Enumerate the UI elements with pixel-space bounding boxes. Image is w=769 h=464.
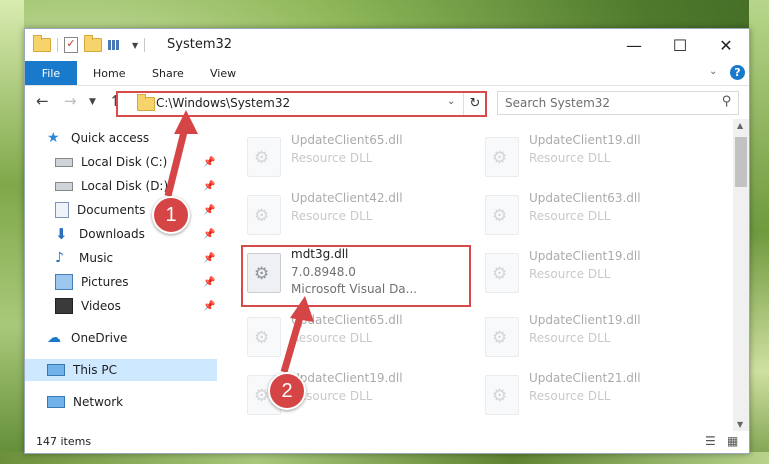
dll-file-icon [485,253,519,293]
callout-badge-2: 2 [268,372,306,410]
title-bar: ✓ ▼ System32 — ☐ ✕ [25,29,749,61]
star-icon: ★ [47,130,60,146]
highlight-box-file [241,245,471,307]
close-button[interactable]: ✕ [703,29,749,61]
back-arrow-icon[interactable]: ← [36,92,49,110]
item-count: 147 items [36,435,92,448]
dll-file-icon [485,375,519,415]
ribbon-tabs: File Home Share View ⌄ ? [25,61,749,86]
dll-file-icon [247,137,281,177]
navigation-pane: ★ Quick access Local Disk (C:) 📌 Local D… [25,119,217,431]
dll-file-icon [485,317,519,357]
search-icon: ⚲ [722,94,732,109]
file-item[interactable]: UpdateClient63.dll Resource DLL [479,185,699,241]
properties-check-icon[interactable]: ✓ [64,37,78,53]
scroll-thumb[interactable] [735,137,747,187]
search-placeholder: Search System32 [505,96,611,110]
file-item[interactable]: UpdateClient42.dll Resource DLL [241,185,461,241]
refresh-icon[interactable]: ↻ [463,93,486,115]
tab-share[interactable]: Share [152,61,184,85]
sidebar-item-music[interactable]: ♪ Music 📌 [55,247,217,269]
address-bar[interactable]: C:\Windows\System32 ⌄ ↻ [116,91,487,117]
drive-icon [55,181,73,191]
search-input[interactable]: Search System32 ⚲ [497,91,739,115]
sidebar-item-network[interactable]: Network [47,391,123,413]
pin-icon[interactable]: 📌 [203,205,215,216]
downloads-icon: ⬇ [55,225,68,243]
scroll-down-icon[interactable]: ▼ [737,420,743,429]
pin-icon[interactable]: 📌 [203,229,215,240]
pin-icon[interactable]: 📌 [203,253,215,264]
recent-locations-icon[interactable]: ▼ [89,97,96,107]
file-item[interactable]: UpdateClient19.dll Resource DLL [479,243,699,299]
callout-badge-1: 1 [152,196,190,234]
details-view-icon[interactable]: ☰ [705,434,716,448]
sidebar-item-videos[interactable]: Videos 📌 [55,295,217,317]
sidebar-item-local-disk-c[interactable]: Local Disk (C:) 📌 [55,151,217,173]
documents-icon [55,202,69,218]
explorer-window: ✓ ▼ System32 — ☐ ✕ File Home Share View … [24,28,750,454]
new-folder-icon[interactable] [84,35,102,52]
sidebar-item-documents[interactable]: Documents 📌 [55,199,217,221]
folder-icon [137,94,155,111]
quick-access-toolbar: ✓ ▼ [33,35,146,53]
tab-view[interactable]: View [210,61,236,85]
dll-file-icon [485,195,519,235]
scroll-up-icon[interactable]: ▲ [737,121,743,130]
customize-icon[interactable] [108,39,126,51]
window-title: System32 [167,37,233,52]
computer-icon [47,364,65,376]
file-item[interactable]: UpdateClient19.dll Resource DLL [479,127,699,183]
file-item[interactable]: UpdateClient19.dll Resource DLL [479,307,699,363]
minimize-button[interactable]: — [611,29,657,61]
folder-icon [33,35,51,52]
status-bar: 147 items ☰ ▦ [25,431,749,453]
drive-icon [55,157,73,167]
dll-file-icon [485,137,519,177]
sidebar-item-this-pc[interactable]: This PC [25,359,217,381]
pin-icon[interactable]: 📌 [203,181,215,192]
tab-home[interactable]: Home [93,61,125,85]
sidebar-item-quick-access[interactable]: ★ Quick access [47,127,149,149]
dll-file-icon [247,195,281,235]
navigation-bar: ← → ▼ ↑ C:\Windows\System32 ⌄ ↻ Search S… [25,86,749,118]
sidebar-item-downloads[interactable]: ⬇ Downloads 📌 [55,223,217,245]
vertical-scrollbar[interactable]: ▲ ▼ [733,119,749,431]
file-item[interactable]: UpdateClient65.dll Resource DLL [241,127,461,183]
maximize-button[interactable]: ☐ [657,29,703,61]
forward-arrow-icon[interactable]: → [64,92,77,110]
file-item[interactable]: UpdateClient65.dll Resource DLL [241,307,461,363]
pictures-icon [55,274,73,290]
help-icon[interactable]: ? [730,65,745,80]
network-icon [47,396,65,408]
cloud-icon: ☁ [47,330,61,346]
large-icons-view-icon[interactable]: ▦ [727,434,738,448]
music-icon: ♪ [55,250,64,266]
desktop-background-right [749,0,769,464]
dll-file-icon [247,317,281,357]
tab-file[interactable]: File [25,61,77,85]
pin-icon[interactable]: 📌 [203,277,215,288]
sidebar-item-pictures[interactable]: Pictures 📌 [55,271,217,293]
sidebar-item-onedrive[interactable]: ☁ OneDrive [47,327,127,349]
desktop-background-left [0,0,24,464]
sidebar-item-local-disk-d[interactable]: Local Disk (D:) 📌 [55,175,217,197]
file-item[interactable]: UpdateClient21.dll Resource DLL [479,365,699,421]
address-text: C:\Windows\System32 [156,96,291,110]
pin-icon[interactable]: 📌 [203,157,215,168]
videos-icon [55,298,73,314]
expand-ribbon-icon[interactable]: ⌄ [709,66,717,77]
toolbar-dropdown-icon[interactable]: ▼ [132,41,138,50]
pin-icon[interactable]: 📌 [203,301,215,312]
address-dropdown-icon[interactable]: ⌄ [447,96,455,107]
